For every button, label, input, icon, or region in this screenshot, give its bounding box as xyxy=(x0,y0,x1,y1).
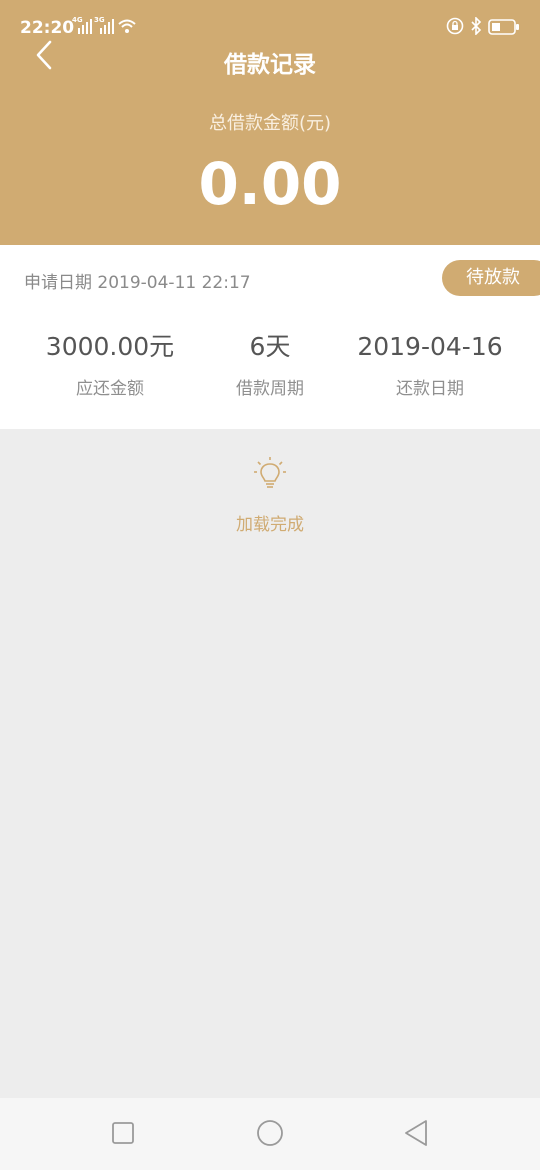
total-amount: 0.00 xyxy=(198,150,342,218)
wifi-icon xyxy=(118,19,136,33)
rotation-lock-icon xyxy=(446,17,464,35)
battery-icon xyxy=(488,19,519,35)
bluetooth-icon xyxy=(471,17,482,35)
header: 22:20 4G 3G 借款记录 总借款金额(元) 0.00 xyxy=(0,0,540,245)
back-triangle-icon[interactable] xyxy=(397,1116,437,1152)
page-title: 借款记录 xyxy=(224,52,316,78)
apply-date: 申请日期 2019-04-11 22:17 xyxy=(24,273,251,293)
recent-apps-icon[interactable] xyxy=(103,1116,143,1152)
system-navigation-bar xyxy=(0,1098,540,1170)
lightbulb-icon xyxy=(254,457,286,488)
network-type-label: 4G xyxy=(72,16,83,24)
signal-icon: 4G xyxy=(72,16,94,34)
load-complete-text: 加载完成 xyxy=(236,515,304,535)
status-time: 22:20 xyxy=(20,18,75,38)
repayment-date-value: 2019-04-16 xyxy=(357,332,503,361)
signal-icon: 3G xyxy=(94,16,116,34)
home-icon[interactable] xyxy=(250,1116,290,1152)
load-complete-indicator: 加载完成 xyxy=(0,456,540,535)
total-amount-label: 总借款金额(元) xyxy=(208,113,332,134)
repayment-date-column: 2019-04-16 还款日期 xyxy=(330,330,530,399)
repayment-date-label: 还款日期 xyxy=(396,379,464,399)
network-type-label: 3G xyxy=(94,16,105,24)
status-badge: 待放款 xyxy=(442,260,540,296)
